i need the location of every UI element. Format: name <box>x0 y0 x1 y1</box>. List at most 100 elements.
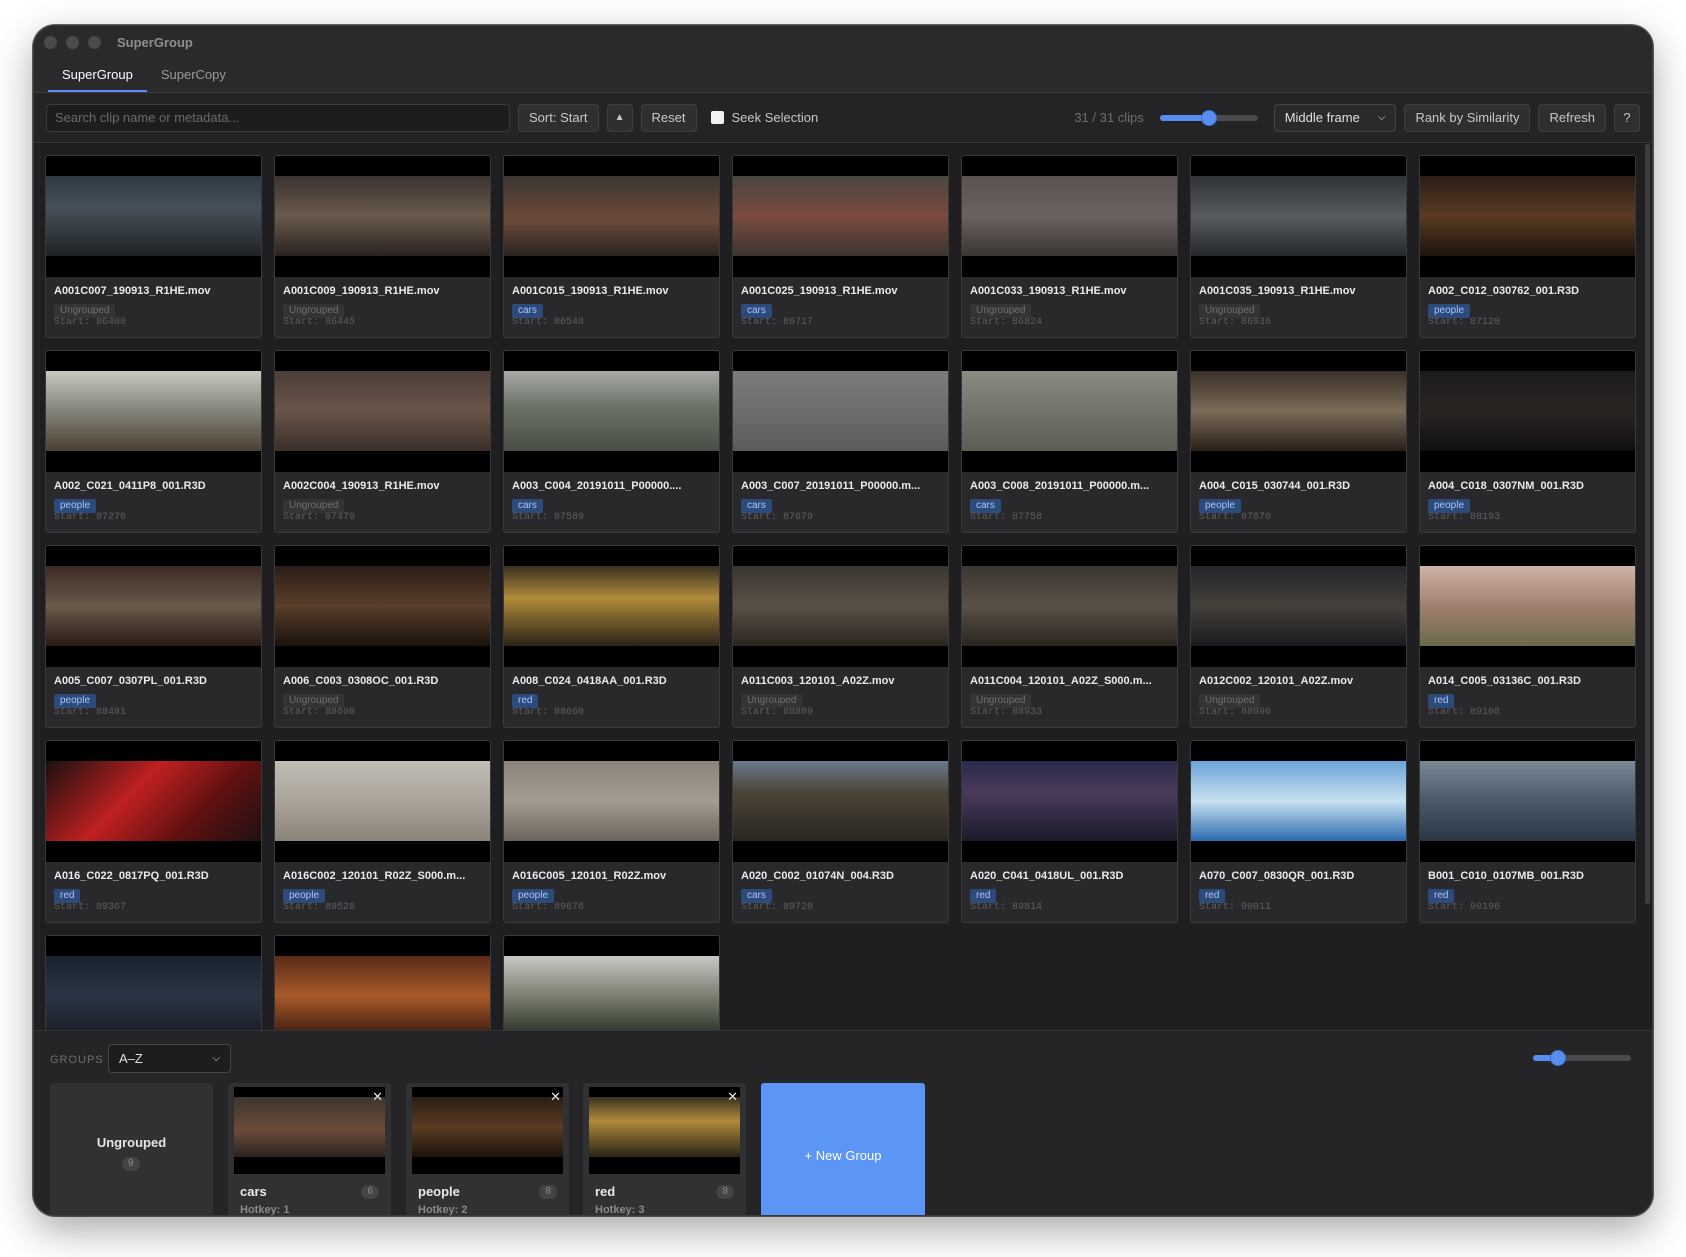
clip-card[interactable]: A002_C012_030762_001.R3D people Start: 871… <box>1419 155 1636 338</box>
clip-card[interactable]: A016_C022_0817PQ_001.R3D red Start: 89367 <box>45 740 262 923</box>
clip-thumbnail[interactable] <box>504 741 719 862</box>
clip-thumbnail[interactable] <box>46 156 261 277</box>
clip-thumbnail[interactable] <box>1420 546 1635 667</box>
clip-start-timecode: Start: 88660 <box>512 707 585 718</box>
clip-card[interactable]: A004_C018_0307NM_001.R3D people Start: 881… <box>1419 350 1636 533</box>
clip-card[interactable]: A001C009_190913_R1HE.mov Ungrouped Start: … <box>274 155 491 338</box>
group-card-ungrouped[interactable]: Ungrouped 9 <box>50 1083 213 1215</box>
clip-thumbnail[interactable] <box>275 741 490 862</box>
group-tag: red <box>54 889 81 903</box>
close-icon[interactable]: ✕ <box>550 1089 561 1105</box>
clip-thumbnail[interactable] <box>962 156 1177 277</box>
zoom-window-button[interactable] <box>88 35 101 49</box>
clip-card[interactable]: A001C007_190913_R1HE.mov Ungrouped Start: … <box>45 155 262 338</box>
clip-card[interactable] <box>503 935 720 1030</box>
seek-selection-checkbox[interactable] <box>710 111 724 124</box>
tab-supergroup[interactable]: SuperGroup <box>48 58 147 92</box>
clip-card[interactable]: A001C033_190913_R1HE.mov Ungrouped Start: … <box>961 155 1178 338</box>
clip-thumbnail[interactable] <box>275 351 490 472</box>
clip-card[interactable]: A070_C007_0830QR_001.R3D red Start: 90011 <box>1190 740 1407 923</box>
clip-card[interactable]: A002_C021_0411P8_001.R3D people Start: 872… <box>45 350 262 533</box>
clip-thumbnail[interactable] <box>1191 156 1406 277</box>
clip-name: A002_C021_0411P8_001.R3D <box>54 480 206 492</box>
sort-direction-button[interactable]: ▲ <box>606 103 633 132</box>
new-group-button[interactable]: + New Group <box>761 1083 925 1215</box>
clip-thumbnail[interactable] <box>962 741 1177 862</box>
grid-scrollbar[interactable] <box>1645 144 1650 904</box>
clip-thumbnail[interactable] <box>504 546 719 667</box>
refresh-button[interactable]: Refresh <box>1538 103 1606 132</box>
group-size-slider[interactable] <box>1533 1050 1631 1066</box>
clip-card[interactable]: A001C015_190913_R1HE.mov cars Start: 86548 <box>503 155 720 338</box>
close-window-button[interactable] <box>44 35 57 49</box>
clip-card[interactable]: B001_C010_0107MB_001.R3D red Start: 90196 <box>1419 740 1636 923</box>
clip-thumbnail[interactable] <box>46 351 261 472</box>
clip-thumbnail[interactable] <box>1191 351 1406 472</box>
clip-card[interactable]: A001C025_190913_R1HE.mov cars Start: 86717 <box>732 155 949 338</box>
seek-selection-toggle[interactable]: Seek Selection <box>710 110 818 125</box>
clip-thumbnail[interactable] <box>46 546 261 667</box>
close-icon[interactable]: ✕ <box>372 1089 383 1105</box>
reset-button[interactable]: Reset <box>640 103 697 132</box>
clip-thumbnail[interactable] <box>733 156 948 277</box>
frame-select[interactable]: Middle frame ⌵ <box>1273 103 1397 132</box>
close-icon[interactable]: ✕ <box>727 1089 738 1105</box>
clip-card[interactable]: A014_C005_03136C_001.R3D red Start: 89108 <box>1419 545 1636 728</box>
clip-thumbnail[interactable] <box>733 351 948 472</box>
clip-card[interactable]: A011C004_120101_A02Z_S000.m... Ungrouped S… <box>961 545 1178 728</box>
clip-card[interactable]: A004_C015_030744_001.R3D people Start: 878… <box>1190 350 1407 533</box>
slider-knob[interactable] <box>1200 109 1217 126</box>
clip-card[interactable] <box>274 935 491 1030</box>
clip-card[interactable] <box>45 935 262 1030</box>
clip-thumbnail[interactable] <box>46 936 261 1030</box>
search-input[interactable] <box>46 103 510 132</box>
clip-start-timecode: Start: 86548 <box>512 317 585 328</box>
clip-card[interactable]: A020_C041_0418UL_001.R3D red Start: 89814 <box>961 740 1178 923</box>
clip-card[interactable]: A003_C004_20191011_P00000.... cars Start: … <box>503 350 720 533</box>
clip-card[interactable]: A012C002_120101_A02Z.mov Ungrouped Start: … <box>1190 545 1407 728</box>
clip-thumbnail[interactable] <box>733 741 948 862</box>
clip-thumbnail[interactable] <box>504 156 719 277</box>
clip-card[interactable]: A011C003_120101_A02Z.mov Ungrouped Start: … <box>732 545 949 728</box>
group-tag: Ungrouped <box>970 694 1032 708</box>
tab-supercopy[interactable]: SuperCopy <box>147 58 240 92</box>
clip-thumbnail[interactable] <box>504 936 719 1030</box>
sort-button[interactable]: Sort: Start <box>518 103 599 132</box>
clip-card[interactable]: A016C005_120101_R02Z.mov people Start: 896… <box>503 740 720 923</box>
minimize-window-button[interactable] <box>66 35 79 49</box>
group-tag: red <box>1199 889 1226 903</box>
group-card-people[interactable]: ✕ people 8 Hotkey: 2 <box>406 1083 569 1215</box>
clip-thumbnail[interactable] <box>962 351 1177 472</box>
group-tag: Ungrouped <box>283 304 345 318</box>
clip-card[interactable]: A020_C002_01074N_004.R3D cars Start: 89720 <box>732 740 949 923</box>
clip-thumbnail[interactable] <box>733 546 948 667</box>
clip-thumbnail[interactable] <box>504 351 719 472</box>
clip-thumbnail[interactable] <box>275 546 490 667</box>
help-button[interactable]: ? <box>1614 103 1640 132</box>
slider-knob[interactable] <box>1549 1050 1566 1066</box>
clip-thumbnail[interactable] <box>46 741 261 862</box>
clip-start-timecode: Start: 88933 <box>970 707 1043 718</box>
clip-card[interactable]: A006_C003_0308OC_001.R3D Ungrouped Start: … <box>274 545 491 728</box>
clip-card[interactable]: A001C035_190913_R1HE.mov Ungrouped Start: … <box>1190 155 1407 338</box>
clip-card[interactable]: A002C004_190913_R1HE.mov Ungrouped Start: … <box>274 350 491 533</box>
clip-thumbnail[interactable] <box>275 936 490 1030</box>
clip-card[interactable]: A016C002_120101_R02Z_S000.m... people Star… <box>274 740 491 923</box>
clip-card[interactable]: A008_C024_0418AA_001.R3D red Start: 88660 <box>503 545 720 728</box>
rank-by-similarity-button[interactable]: Rank by Similarity <box>1404 103 1531 132</box>
clip-card[interactable]: A003_C008_20191011_P00000.m... cars Start:… <box>961 350 1178 533</box>
clip-thumbnail[interactable] <box>1191 546 1406 667</box>
clip-thumbnail[interactable] <box>962 546 1177 667</box>
thumbnail-size-slider[interactable] <box>1159 109 1258 126</box>
groups-sort-select[interactable]: A–Z ⌵ <box>108 1044 231 1073</box>
clip-thumbnail[interactable] <box>1420 741 1635 862</box>
clip-thumbnail[interactable] <box>275 156 490 277</box>
clip-thumbnail[interactable] <box>1420 156 1635 277</box>
clip-card[interactable]: A005_C007_0307PL_001.R3D people Start: 884… <box>45 545 262 728</box>
clip-card[interactable]: A003_C007_20191011_P00000.m... cars Start:… <box>732 350 949 533</box>
group-tag: Ungrouped <box>54 304 116 318</box>
group-card-red[interactable]: ✕ red 8 Hotkey: 3 <box>583 1083 746 1215</box>
group-card-cars[interactable]: ✕ cars 6 Hotkey: 1 <box>228 1083 391 1215</box>
clip-thumbnail[interactable] <box>1420 351 1635 472</box>
clip-thumbnail[interactable] <box>1191 741 1406 862</box>
